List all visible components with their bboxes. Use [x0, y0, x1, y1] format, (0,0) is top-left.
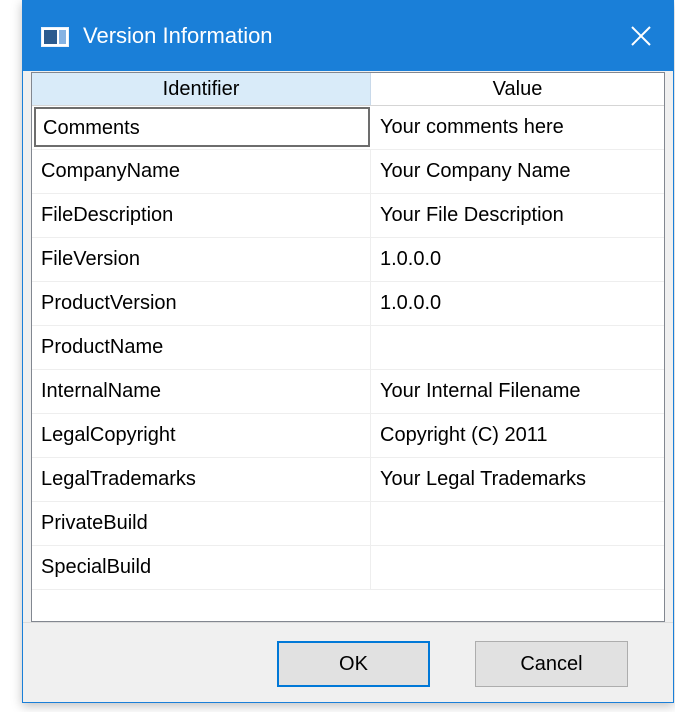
table-row[interactable]: FileDescription Your File Description: [32, 194, 664, 238]
value-cell[interactable]: Your comments here: [371, 106, 664, 149]
column-header-identifier[interactable]: Identifier: [32, 73, 371, 105]
value-cell[interactable]: Your File Description: [371, 194, 664, 237]
table-row[interactable]: CompanyName Your Company Name: [32, 150, 664, 194]
value-cell[interactable]: [371, 546, 664, 589]
dialog-title: Version Information: [83, 23, 273, 48]
value-cell[interactable]: Your Internal Filename: [371, 370, 664, 413]
ok-button[interactable]: OK: [277, 641, 430, 687]
close-icon: [631, 26, 651, 46]
version-info-table[interactable]: Identifier Value Comments Your comments h…: [31, 72, 665, 622]
table-row[interactable]: PrivateBuild: [32, 502, 664, 546]
identifier-cell[interactable]: ProductVersion: [32, 282, 371, 325]
value-cell[interactable]: 1.0.0.0: [371, 238, 664, 281]
identifier-cell[interactable]: CompanyName: [32, 150, 371, 193]
value-cell[interactable]: [371, 326, 664, 369]
value-cell[interactable]: [371, 502, 664, 545]
identifier-cell[interactable]: SpecialBuild: [32, 546, 371, 589]
table-row[interactable]: InternalName Your Internal Filename: [32, 370, 664, 414]
value-cell[interactable]: Your Company Name: [371, 150, 664, 193]
identifier-cell[interactable]: ProductName: [32, 326, 371, 369]
table-row[interactable]: FileVersion 1.0.0.0: [32, 238, 664, 282]
column-header-value[interactable]: Value: [371, 73, 664, 105]
identifier-cell[interactable]: FileVersion: [32, 238, 371, 281]
table-row[interactable]: SpecialBuild: [32, 546, 664, 590]
value-cell[interactable]: Your Legal Trademarks: [371, 458, 664, 501]
identifier-cell[interactable]: InternalName: [32, 370, 371, 413]
value-cell[interactable]: Copyright (C) 2011: [371, 414, 664, 457]
identifier-cell[interactable]: LegalCopyright: [32, 414, 371, 457]
table-row[interactable]: ProductName: [32, 326, 664, 370]
table-header: Identifier Value: [32, 73, 664, 106]
table-row[interactable]: Comments Your comments here: [32, 106, 664, 150]
identifier-cell[interactable]: FileDescription: [32, 194, 371, 237]
cancel-button[interactable]: Cancel: [475, 641, 628, 687]
table-row[interactable]: LegalCopyright Copyright (C) 2011: [32, 414, 664, 458]
table-row[interactable]: ProductVersion 1.0.0.0: [32, 282, 664, 326]
title-bar[interactable]: Version Information: [23, 1, 673, 71]
value-cell[interactable]: 1.0.0.0: [371, 282, 664, 325]
identifier-cell[interactable]: PrivateBuild: [32, 502, 371, 545]
identifier-cell[interactable]: Comments: [34, 107, 370, 147]
app-window-icon: [41, 27, 69, 47]
identifier-cell[interactable]: LegalTrademarks: [32, 458, 371, 501]
version-info-dialog: Version Information Identifier Value Com…: [22, 0, 674, 703]
footer-divider: [23, 622, 673, 623]
table-row[interactable]: LegalTrademarks Your Legal Trademarks: [32, 458, 664, 502]
close-button[interactable]: [609, 1, 673, 71]
